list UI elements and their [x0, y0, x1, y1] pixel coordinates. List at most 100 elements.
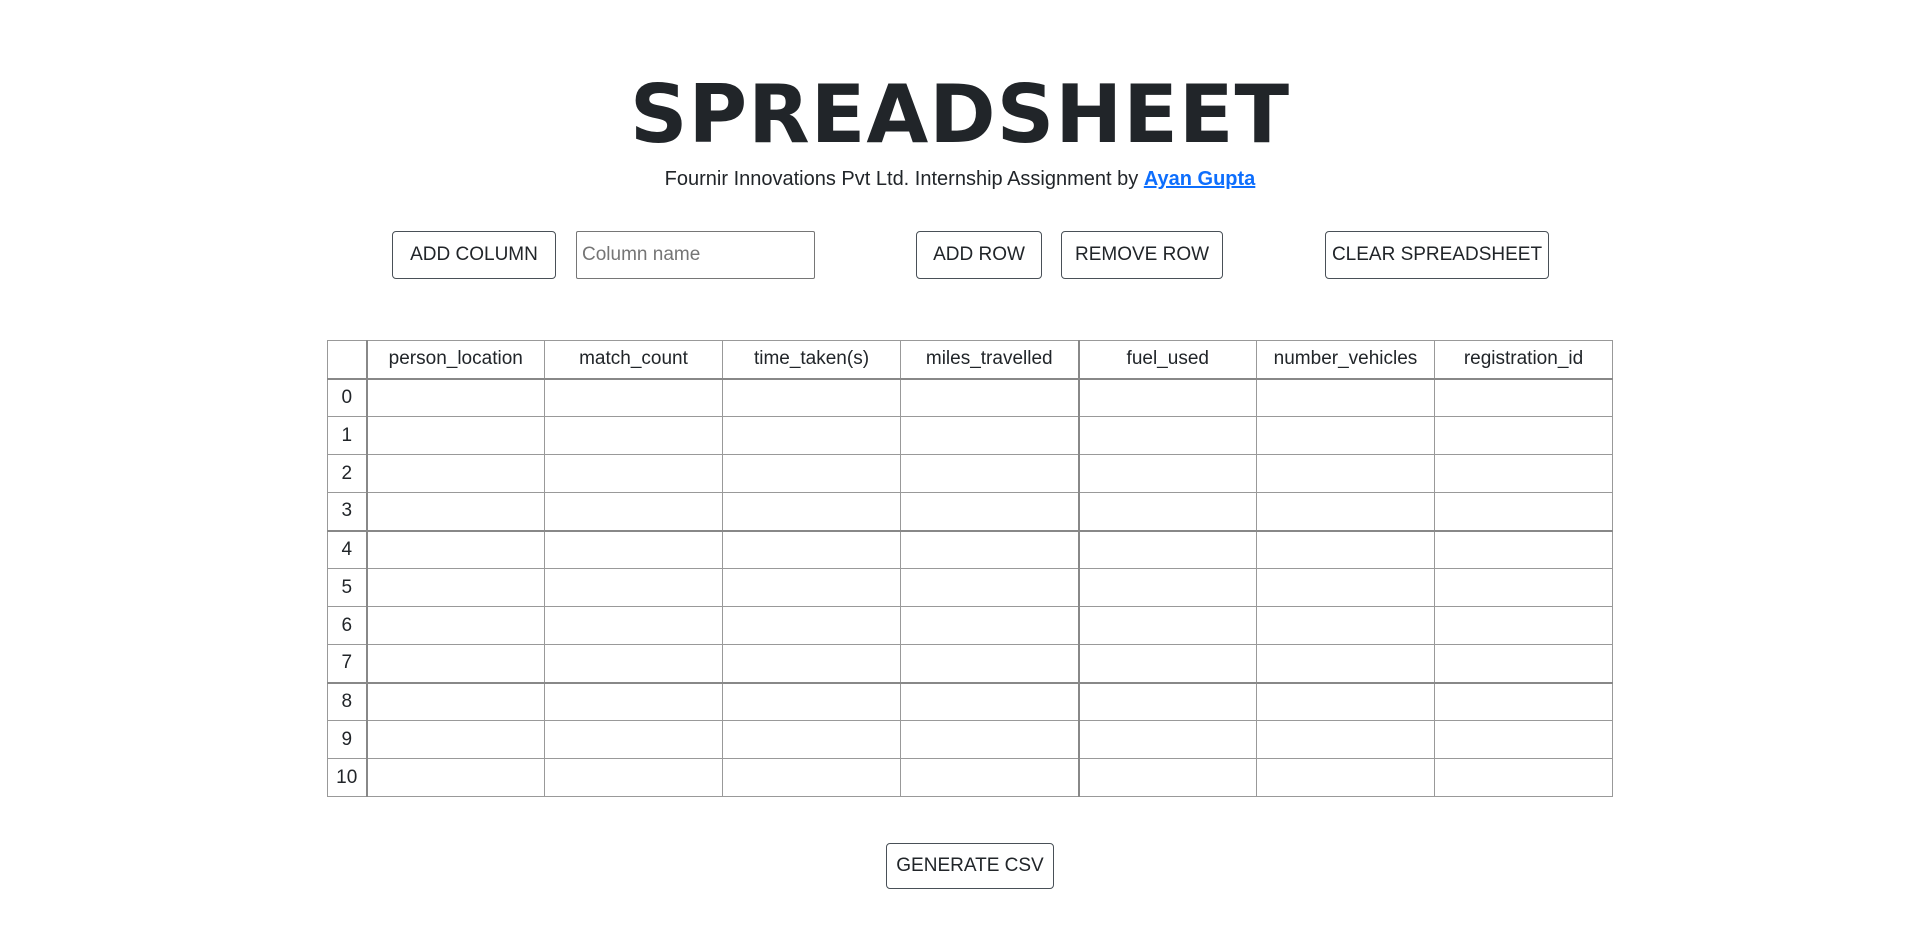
- add-column-button[interactable]: ADD COLUMN: [392, 231, 556, 279]
- table-cell[interactable]: [900, 758, 1080, 797]
- table-cell[interactable]: [544, 416, 723, 455]
- table-cell[interactable]: [366, 377, 545, 417]
- table-cell[interactable]: [366, 681, 545, 721]
- column-header[interactable]: fuel_used: [1078, 340, 1257, 379]
- table-cell[interactable]: [900, 720, 1080, 759]
- table-cell[interactable]: [1434, 606, 1613, 645]
- table-cell[interactable]: [1078, 758, 1257, 797]
- table-row: 5: [327, 568, 1613, 607]
- table-cell[interactable]: [366, 758, 545, 797]
- table-cell[interactable]: [1256, 568, 1435, 607]
- table-cell[interactable]: [1256, 492, 1435, 531]
- table-cell[interactable]: [900, 681, 1080, 721]
- table-cell[interactable]: [1078, 720, 1257, 759]
- author-link[interactable]: Ayan Gupta: [1144, 168, 1256, 190]
- row-index: 8: [327, 681, 368, 721]
- table-cell[interactable]: [366, 529, 545, 569]
- table-cell[interactable]: [366, 416, 545, 455]
- table-cell[interactable]: [544, 454, 723, 493]
- table-cell[interactable]: [722, 720, 901, 759]
- column-header[interactable]: time_taken(s): [722, 340, 901, 379]
- table-cell[interactable]: [1256, 416, 1435, 455]
- table-cell[interactable]: [544, 758, 723, 797]
- table-cell[interactable]: [1256, 454, 1435, 493]
- table-cell[interactable]: [900, 377, 1080, 417]
- table-cell[interactable]: [1256, 377, 1435, 417]
- table-cell[interactable]: [722, 454, 901, 493]
- table-cell[interactable]: [722, 416, 901, 455]
- row-index: 1: [327, 416, 368, 455]
- table-cell[interactable]: [544, 606, 723, 645]
- spreadsheet-table: person_location match_count time_taken(s…: [327, 340, 1613, 797]
- table-cell[interactable]: [1434, 568, 1613, 607]
- table-cell[interactable]: [1434, 681, 1613, 721]
- column-header[interactable]: number_vehicles: [1256, 340, 1435, 379]
- table-cell[interactable]: [366, 644, 545, 683]
- table-cell[interactable]: [1434, 529, 1613, 569]
- table-cell[interactable]: [722, 644, 901, 683]
- table-cell[interactable]: [1078, 644, 1257, 683]
- table-row: 3: [327, 492, 1613, 531]
- table-cell[interactable]: [1078, 681, 1257, 721]
- table-cell[interactable]: [1078, 568, 1257, 607]
- table-cell[interactable]: [1256, 644, 1435, 683]
- table-cell[interactable]: [544, 720, 723, 759]
- table-cell[interactable]: [1434, 492, 1613, 531]
- remove-row-button[interactable]: REMOVE ROW: [1061, 231, 1223, 279]
- table-row: 10: [327, 758, 1613, 797]
- table-cell[interactable]: [366, 454, 545, 493]
- table-cell[interactable]: [1256, 720, 1435, 759]
- table-cell[interactable]: [1256, 606, 1435, 645]
- table-cell[interactable]: [1256, 758, 1435, 797]
- table-cell[interactable]: [1434, 644, 1613, 683]
- table-cell[interactable]: [900, 644, 1080, 683]
- table-cell[interactable]: [544, 529, 723, 569]
- table-cell[interactable]: [1434, 377, 1613, 417]
- table-cell[interactable]: [544, 377, 723, 417]
- table-row: 9: [327, 720, 1613, 759]
- table-cell[interactable]: [722, 492, 901, 531]
- table-cell[interactable]: [900, 454, 1080, 493]
- table-cell[interactable]: [544, 681, 723, 721]
- table-cell[interactable]: [900, 606, 1080, 645]
- table-cell[interactable]: [544, 568, 723, 607]
- table-cell[interactable]: [722, 758, 901, 797]
- table-cell[interactable]: [900, 568, 1080, 607]
- table-cell[interactable]: [1078, 454, 1257, 493]
- table-cell[interactable]: [1256, 529, 1435, 569]
- table-cell[interactable]: [366, 568, 545, 607]
- column-header[interactable]: registration_id: [1434, 340, 1613, 379]
- table-cell[interactable]: [1434, 454, 1613, 493]
- table-cell[interactable]: [1256, 681, 1435, 721]
- table-cell[interactable]: [1078, 416, 1257, 455]
- table-cell[interactable]: [366, 720, 545, 759]
- column-header[interactable]: person_location: [366, 340, 545, 379]
- table-cell[interactable]: [544, 492, 723, 531]
- table-cell[interactable]: [722, 529, 901, 569]
- column-name-input[interactable]: [576, 231, 815, 279]
- table-cell[interactable]: [722, 681, 901, 721]
- table-cell[interactable]: [900, 416, 1080, 455]
- table-cell[interactable]: [1078, 492, 1257, 531]
- column-header[interactable]: miles_travelled: [900, 340, 1080, 379]
- table-cell[interactable]: [722, 606, 901, 645]
- table-cell[interactable]: [722, 377, 901, 417]
- table-cell[interactable]: [1434, 758, 1613, 797]
- table-cell[interactable]: [1078, 529, 1257, 569]
- table-cell[interactable]: [366, 492, 545, 531]
- row-index: 10: [327, 758, 368, 797]
- table-cell[interactable]: [1078, 377, 1257, 417]
- table-cell[interactable]: [1434, 416, 1613, 455]
- clear-spreadsheet-button[interactable]: CLEAR SPREADSHEET: [1325, 231, 1549, 279]
- column-header[interactable]: match_count: [544, 340, 723, 379]
- table-cell[interactable]: [900, 492, 1080, 531]
- table-cell[interactable]: [366, 606, 545, 645]
- table-cell[interactable]: [722, 568, 901, 607]
- table-cell[interactable]: [900, 529, 1080, 569]
- add-row-button[interactable]: ADD ROW: [916, 231, 1042, 279]
- table-cell[interactable]: [544, 644, 723, 683]
- table-cell[interactable]: [1434, 720, 1613, 759]
- generate-csv-button[interactable]: GENERATE CSV: [886, 843, 1054, 889]
- table-row: 7: [327, 644, 1613, 683]
- table-cell[interactable]: [1078, 606, 1257, 645]
